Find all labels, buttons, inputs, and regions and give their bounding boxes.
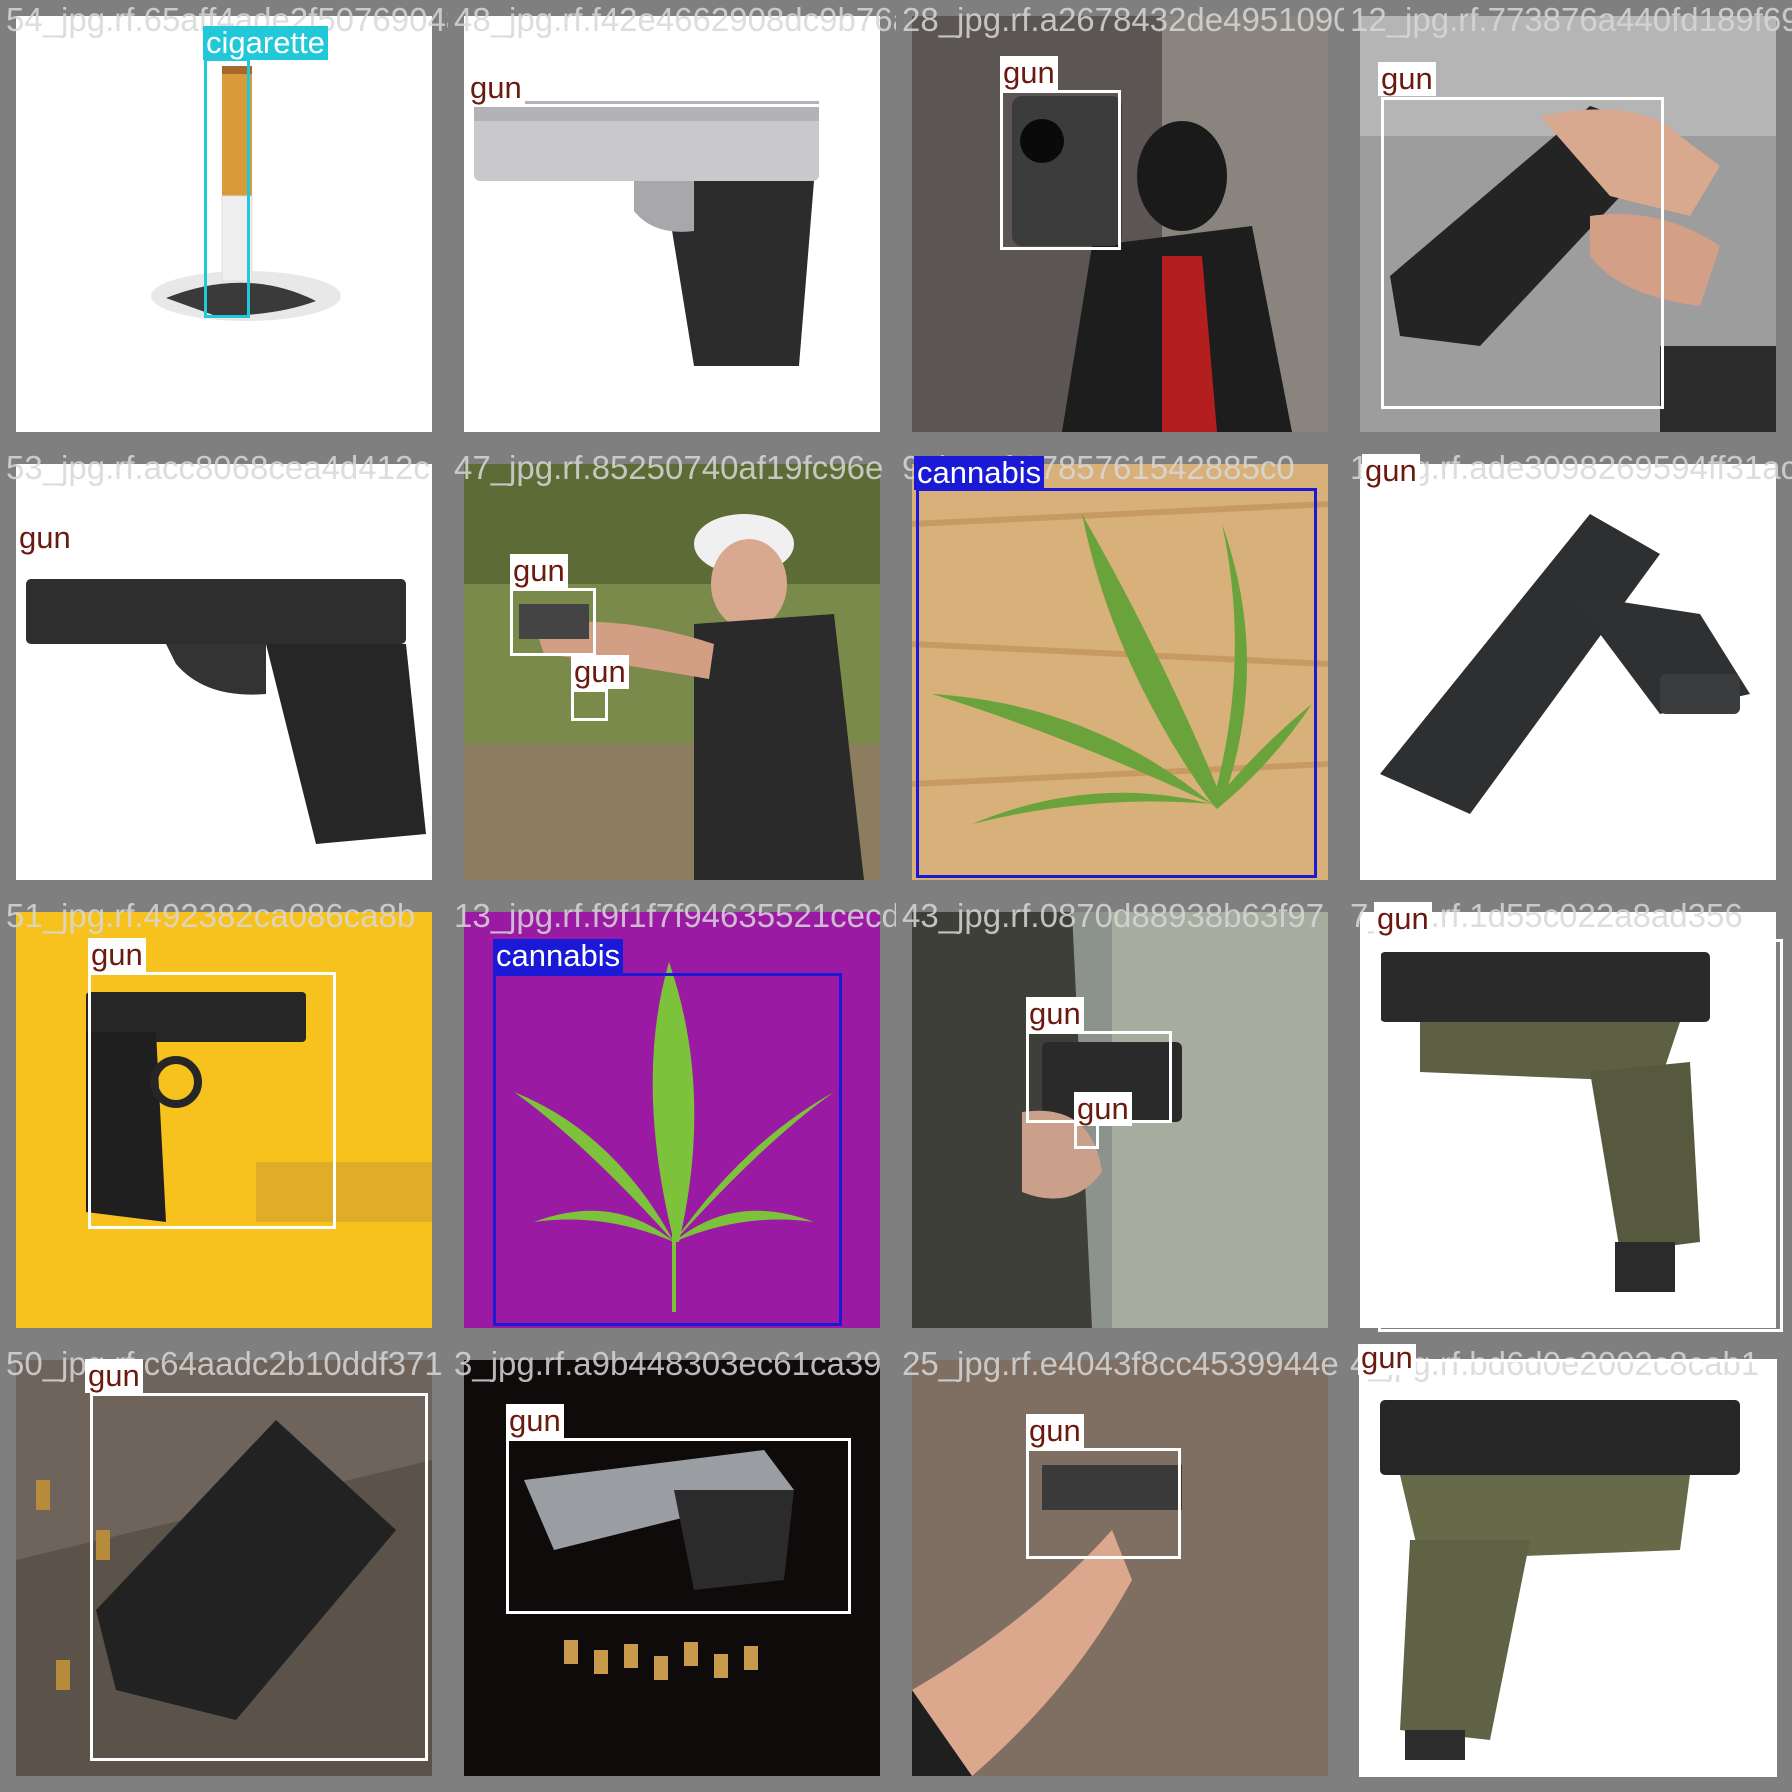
detection-box bbox=[1026, 1448, 1181, 1559]
detection-box bbox=[1365, 488, 1771, 868]
tile-photo bbox=[912, 1360, 1328, 1776]
detection-label: gun bbox=[85, 1359, 143, 1393]
tile-5[interactable]: 47_jpg.rf.85250740af19fc96e gun gun bbox=[448, 448, 896, 896]
detection-label: gun bbox=[1026, 1414, 1084, 1448]
detection-label: gun bbox=[467, 71, 525, 105]
tile-14[interactable]: 25_jpg.rf.e4043f8cc4539944e gun bbox=[896, 1344, 1344, 1792]
detection-label: gun bbox=[1026, 997, 1084, 1031]
detection-box bbox=[493, 973, 842, 1326]
detection-box bbox=[88, 972, 336, 1229]
detection-label: cannabis bbox=[914, 456, 1045, 490]
gun-icon bbox=[912, 1360, 1328, 1776]
detection-box bbox=[1359, 1359, 1777, 1777]
tile-15[interactable]: 4_jpg.rf.bd6d0e2002c8cab1 gun bbox=[1344, 1344, 1792, 1792]
detection-label: gun bbox=[510, 554, 568, 588]
tile-6[interactable]: 9_jpg.rf.0785761542885c0 cannabis bbox=[896, 448, 1344, 896]
detection-box bbox=[90, 1393, 428, 1761]
tile-1[interactable]: 48_jpg.rf.f42e4662908dc9b76a6 gun bbox=[448, 0, 896, 448]
detection-label: gun bbox=[1358, 1344, 1416, 1375]
tile-13[interactable]: 3_jpg.rf.a9b448303ec61ca39 gun bbox=[448, 1344, 896, 1792]
tile-photo bbox=[464, 464, 880, 880]
detection-box bbox=[571, 689, 608, 721]
detection-label: gun bbox=[506, 1404, 564, 1438]
detection-box bbox=[1000, 90, 1121, 250]
tile-8[interactable]: 51_jpg.rf.492382ca086ca8b gun bbox=[0, 896, 448, 1344]
detection-label: gun bbox=[88, 938, 146, 972]
detection-label: gun bbox=[1000, 56, 1058, 90]
detection-box bbox=[1074, 1123, 1099, 1149]
tile-11[interactable]: 7_jpg.rf.1d55c022a8ad356 gun bbox=[1344, 896, 1792, 1344]
detection-box bbox=[1381, 97, 1664, 409]
gun-icon bbox=[464, 464, 880, 880]
tile-9[interactable]: 13_jpg.rf.f9f1f7f94635521cecd7 cannabis bbox=[448, 896, 896, 1344]
detection-box bbox=[1378, 939, 1783, 1332]
detection-box bbox=[19, 555, 432, 861]
detection-box bbox=[506, 1438, 851, 1614]
detection-box bbox=[510, 588, 596, 656]
tile-10[interactable]: 43_jpg.rf.0870d88938b63f97 gun gun bbox=[896, 896, 1344, 1344]
tile-2[interactable]: 28_jpg.rf.a2678432de495109083fad0 gun bbox=[896, 0, 1344, 448]
detection-label: gun bbox=[1378, 62, 1436, 96]
detection-label: cigarette bbox=[203, 26, 328, 60]
detection-box bbox=[916, 488, 1317, 878]
detection-label: gun bbox=[1374, 902, 1432, 936]
detection-box bbox=[467, 104, 823, 372]
tile-7[interactable]: 1_jpg.rf.ade3098269594ff31ac gun bbox=[1344, 448, 1792, 896]
tile-3[interactable]: 12_jpg.rf.773876a440fd189f69c gun bbox=[1344, 0, 1792, 448]
tile-0[interactable]: 54_jpg.rf.65aff4ade2f50769048 cigarette bbox=[0, 0, 448, 448]
detection-results-grid: 54_jpg.rf.65aff4ade2f50769048 cigarette … bbox=[0, 0, 1792, 1792]
detection-label: cannabis bbox=[493, 939, 624, 973]
detection-box bbox=[204, 58, 250, 318]
tile-12[interactable]: 50_jpg.rf.c64aadc2b10ddf371 gun bbox=[0, 1344, 448, 1792]
detection-label: gun bbox=[16, 521, 74, 555]
detection-label: gun bbox=[1362, 454, 1420, 488]
tile-4[interactable]: 53_jpg.rf.acc8068cea4d412c gun bbox=[0, 448, 448, 896]
detection-label: gun bbox=[571, 655, 629, 689]
detection-label: gun bbox=[1074, 1092, 1132, 1126]
